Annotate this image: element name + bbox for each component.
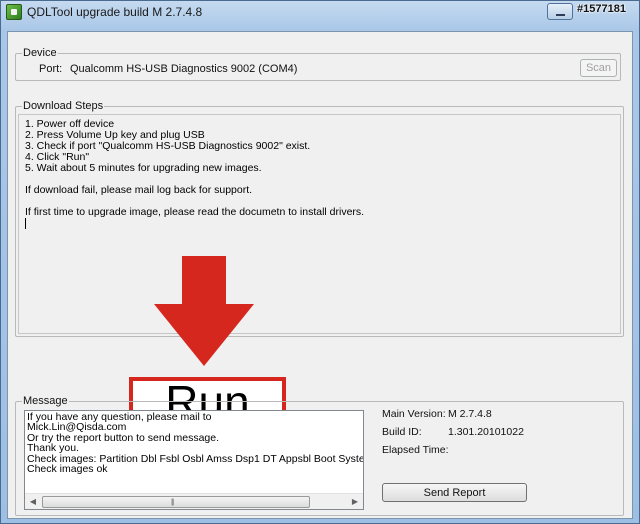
watermark-text: #1577181 <box>577 3 626 15</box>
step-line: If first time to upgrade image, please r… <box>25 206 365 218</box>
scroll-right-icon[interactable]: ▶ <box>347 494 363 509</box>
window-title: QDLTool upgrade build M 2.7.4.8 <box>27 5 203 19</box>
app-icon <box>6 4 22 20</box>
scroll-grip-icon: ||| <box>171 499 175 506</box>
title-bar[interactable]: QDLTool upgrade build M 2.7.4.8 #1577181 <box>1 1 639 23</box>
message-group-label: Message <box>22 395 69 407</box>
qdltool-window: QDLTool upgrade build M 2.7.4.8 #1577181… <box>0 0 640 524</box>
device-group: Device Port: Qualcomm HS-USB Diagnostics… <box>15 47 621 81</box>
step-line: 3. Check if port "Qualcomm HS-USB Diagno… <box>25 140 311 152</box>
message-line: Thank you. <box>27 442 79 455</box>
port-label: Port: <box>39 63 63 75</box>
build-id-label: Build ID: <box>382 426 422 438</box>
scrollbar-thumb[interactable]: ||| <box>42 496 310 508</box>
download-steps-group: Download Steps 1. Power off device 2. Pr… <box>15 100 624 337</box>
message-group: Message If you have any question, please… <box>15 395 624 516</box>
download-steps-label: Download Steps <box>22 100 105 112</box>
message-line: Check images ok <box>27 462 108 475</box>
step-line: If download fail, please mail log back f… <box>25 184 253 196</box>
scan-button[interactable]: Scan <box>580 59 617 77</box>
minimize-button[interactable] <box>547 3 573 20</box>
arrow-shape <box>154 256 254 366</box>
scroll-left-icon[interactable]: ◀ <box>25 494 41 509</box>
device-group-label: Device <box>22 47 58 59</box>
text-caret <box>25 218 26 229</box>
text-caret-line <box>25 218 614 229</box>
annotation-arrow-down-icon <box>154 256 254 366</box>
message-text: If you have any question, please mail to… <box>27 412 363 494</box>
horizontal-scrollbar[interactable]: ◀ ||| ▶ <box>25 493 363 509</box>
download-steps-text: 1. Power off device 2. Press Volume Up k… <box>18 114 621 334</box>
message-textarea[interactable]: If you have any question, please mail to… <box>24 410 364 510</box>
send-report-button[interactable]: Send Report <box>382 483 527 502</box>
build-id-value: 1.301.20101022 <box>448 426 524 438</box>
main-version-value: M 2.7.4.8 <box>448 408 492 420</box>
main-version-label: Main Version: <box>382 408 446 420</box>
step-line: 5. Wait about 5 minutes for upgrading ne… <box>25 162 262 174</box>
client-area: Device Port: Qualcomm HS-USB Diagnostics… <box>7 31 633 519</box>
elapsed-time-label: Elapsed Time: <box>382 444 449 456</box>
port-value: Qualcomm HS-USB Diagnostics 9002 (COM4) <box>70 63 298 75</box>
